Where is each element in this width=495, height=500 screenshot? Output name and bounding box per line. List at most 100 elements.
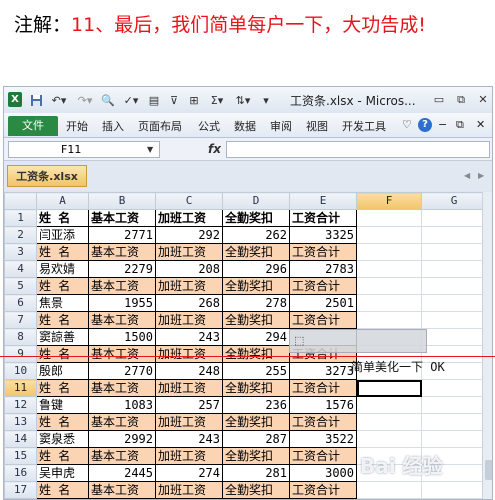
cell[interactable]: 工资合计 bbox=[289, 413, 357, 431]
cell[interactable]: 281 bbox=[222, 464, 290, 482]
close-icon[interactable]: ✕ bbox=[476, 93, 490, 106]
cell[interactable]: 2445 bbox=[88, 464, 156, 482]
cell[interactable] bbox=[421, 413, 487, 431]
cell[interactable] bbox=[356, 294, 422, 312]
cell[interactable]: 加班工资 bbox=[155, 345, 223, 363]
row-header[interactable]: 4 bbox=[4, 260, 37, 278]
cell[interactable] bbox=[356, 311, 422, 329]
cell[interactable]: 易欢婧 bbox=[36, 260, 89, 278]
cell[interactable]: 243 bbox=[155, 430, 223, 448]
cell[interactable] bbox=[356, 430, 422, 448]
cell[interactable]: 全勤奖扣 bbox=[222, 481, 290, 499]
row-header[interactable]: 1 bbox=[4, 209, 37, 227]
scroll-left-icon[interactable]: ◀ bbox=[464, 171, 470, 180]
ribbon-minimize-icon[interactable]: − bbox=[438, 118, 447, 131]
column-header-b[interactable]: B bbox=[88, 192, 156, 210]
sort-icon[interactable]: ⇅▾ bbox=[232, 92, 254, 108]
cell[interactable]: 加班工资 bbox=[155, 243, 223, 261]
cell[interactable]: 工资合计 bbox=[289, 277, 357, 295]
row-header[interactable]: 12 bbox=[4, 396, 37, 414]
cell[interactable]: 基本工资 bbox=[88, 243, 156, 261]
cell[interactable]: 274 bbox=[155, 464, 223, 482]
cell[interactable]: 姓 名 bbox=[36, 413, 89, 431]
row-header[interactable]: 6 bbox=[4, 294, 37, 312]
cell[interactable]: 姓 名 bbox=[36, 209, 89, 227]
cell[interactable]: 2783 bbox=[289, 260, 357, 278]
cell[interactable]: 257 bbox=[155, 396, 223, 414]
column-header-a[interactable]: A bbox=[36, 192, 89, 210]
cell[interactable]: 姓 名 bbox=[36, 277, 89, 295]
restore-icon[interactable]: ⧉ bbox=[454, 93, 468, 106]
cell[interactable]: 全勤奖扣 bbox=[222, 209, 290, 227]
column-header-d[interactable]: D bbox=[222, 192, 290, 210]
cell[interactable]: 基本工资 bbox=[88, 481, 156, 499]
redo-icon[interactable]: ↷▾ bbox=[74, 92, 96, 108]
cell[interactable]: 3522 bbox=[289, 430, 357, 448]
cell[interactable]: 全勤奖扣 bbox=[222, 311, 290, 329]
cell[interactable]: 姓 名 bbox=[36, 447, 89, 465]
cell[interactable]: 236 bbox=[222, 396, 290, 414]
cell[interactable]: 基本工资 bbox=[88, 413, 156, 431]
cell[interactable]: 243 bbox=[155, 328, 223, 346]
cell[interactable]: 3273 bbox=[289, 362, 357, 380]
scrollbar-thumb[interactable] bbox=[485, 460, 492, 480]
cell[interactable] bbox=[421, 243, 487, 261]
chevron-down-icon[interactable]: ▼ bbox=[147, 142, 153, 157]
cell[interactable]: 吴申虎 bbox=[36, 464, 89, 482]
cell[interactable]: 加班工资 bbox=[155, 311, 223, 329]
excel-icon[interactable]: X bbox=[8, 92, 22, 107]
cell[interactable]: 加班工资 bbox=[155, 481, 223, 499]
cell[interactable]: 焦景 bbox=[36, 294, 89, 312]
formula-input[interactable] bbox=[226, 141, 490, 158]
cell[interactable]: 工资合计 bbox=[289, 447, 357, 465]
cell[interactable]: 姓 名 bbox=[36, 481, 89, 499]
undo-icon[interactable]: ↶▾ bbox=[48, 92, 70, 108]
tab-data[interactable]: 数据 bbox=[234, 118, 256, 134]
cell[interactable]: 2992 bbox=[88, 430, 156, 448]
cell[interactable]: 加班工资 bbox=[155, 209, 223, 227]
name-box[interactable]: F11 ▼ bbox=[8, 141, 160, 158]
cell[interactable]: 窦泉悉 bbox=[36, 430, 89, 448]
cell[interactable] bbox=[356, 413, 422, 431]
cell[interactable]: 287 bbox=[222, 430, 290, 448]
paste-icon[interactable]: ▤ bbox=[146, 92, 162, 108]
cell[interactable]: 278 bbox=[222, 294, 290, 312]
cell[interactable] bbox=[421, 260, 487, 278]
cell[interactable]: 加班工资 bbox=[155, 277, 223, 295]
column-header-f[interactable]: F bbox=[356, 192, 422, 210]
customize-quick-access-icon[interactable]: ▾ bbox=[260, 92, 272, 108]
cell[interactable] bbox=[356, 226, 422, 244]
cell[interactable] bbox=[421, 396, 487, 414]
insert-function-icon[interactable]: fx bbox=[208, 142, 221, 156]
cell[interactable]: 工资合计 bbox=[289, 481, 357, 499]
tab-developer[interactable]: 开发工具 bbox=[342, 118, 386, 134]
row-header[interactable]: 10 bbox=[4, 362, 37, 380]
row-header[interactable]: 14 bbox=[4, 430, 37, 448]
row-header[interactable]: 9 bbox=[4, 345, 37, 363]
active-cell[interactable] bbox=[356, 379, 422, 397]
cell[interactable]: 殷郎 bbox=[36, 362, 89, 380]
tab-page-layout[interactable]: 页面布局 bbox=[138, 118, 182, 134]
ribbon-close-icon[interactable]: ✕ bbox=[476, 118, 485, 131]
cell[interactable]: 基本工资 bbox=[88, 345, 156, 363]
cell[interactable]: 296 bbox=[222, 260, 290, 278]
cell[interactable]: 工资合计 bbox=[289, 311, 357, 329]
row-header[interactable]: 3 bbox=[4, 243, 37, 261]
cell[interactable]: 208 bbox=[155, 260, 223, 278]
tab-formulas[interactable]: 公式 bbox=[198, 118, 220, 134]
cell[interactable]: 姓 名 bbox=[36, 379, 89, 397]
cell[interactable] bbox=[421, 209, 487, 227]
cell[interactable] bbox=[421, 430, 487, 448]
cell[interactable]: 255 bbox=[222, 362, 290, 380]
cell[interactable] bbox=[356, 277, 422, 295]
save-icon[interactable] bbox=[28, 92, 44, 108]
cell[interactable]: 姓 名 bbox=[36, 345, 89, 363]
vertical-scrollbar[interactable] bbox=[482, 192, 492, 499]
cell[interactable]: 基本工资 bbox=[88, 277, 156, 295]
cell[interactable]: 全勤奖扣 bbox=[222, 345, 290, 363]
cell[interactable] bbox=[421, 379, 487, 397]
cell[interactable]: 窦諒善 bbox=[36, 328, 89, 346]
cell[interactable]: 基本工资 bbox=[88, 379, 156, 397]
cell[interactable] bbox=[356, 243, 422, 261]
row-header[interactable]: 17 bbox=[4, 481, 37, 499]
